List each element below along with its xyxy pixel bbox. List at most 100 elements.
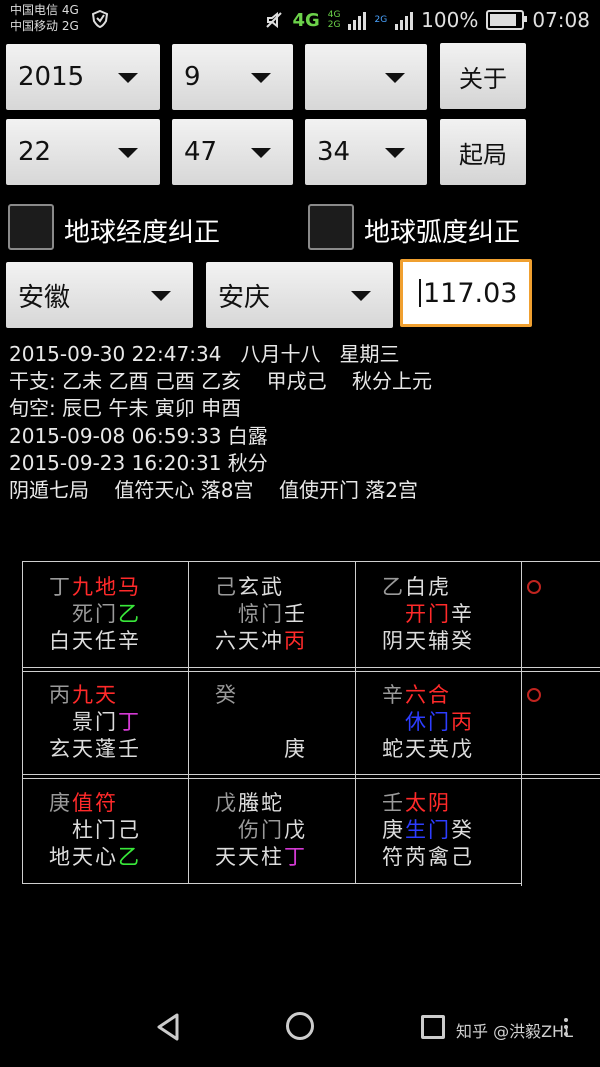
palace-char bbox=[283, 710, 306, 734]
palace-char: 己 bbox=[451, 845, 472, 869]
dropdown-arrow-icon bbox=[251, 73, 271, 83]
palace-char: 门 bbox=[428, 710, 449, 734]
start-button[interactable]: 起局 bbox=[440, 119, 526, 185]
palace-cell: 丙九天 景门丁 玄天蓬壬 bbox=[48, 669, 214, 777]
palace-cell: 壬太阴 庚生门癸符芮禽己 bbox=[381, 777, 547, 885]
day-select[interactable] bbox=[305, 44, 427, 110]
year-value: 2015 bbox=[18, 62, 85, 92]
battery-icon bbox=[486, 10, 528, 30]
sub-network-2g-label: 2G bbox=[374, 15, 388, 25]
month-value: 9 bbox=[184, 62, 201, 92]
palace-char: 辅 bbox=[428, 629, 449, 653]
palace-char bbox=[381, 602, 404, 626]
second-value: 34 bbox=[317, 137, 351, 167]
sub-network-top: 4G bbox=[327, 10, 341, 20]
second-select[interactable]: 34 bbox=[305, 119, 427, 185]
palace-row: 杜门己 bbox=[48, 818, 140, 842]
palace-char: 天 bbox=[95, 683, 116, 707]
palace-char: 丙 bbox=[451, 710, 472, 734]
palace-char bbox=[214, 737, 237, 761]
palace-char bbox=[117, 683, 140, 707]
watermark: 知乎 @洪毅ZHL bbox=[456, 1022, 573, 1041]
carrier-2: 中国移动 2G bbox=[10, 19, 79, 33]
palace-char bbox=[283, 575, 306, 599]
longitude-correction-checkbox[interactable] bbox=[8, 204, 54, 250]
palace-char: 乙 bbox=[118, 602, 139, 626]
palace-char bbox=[283, 791, 306, 815]
palace-row: 戊螣蛇 bbox=[214, 791, 306, 815]
palace-char: 六 bbox=[405, 683, 426, 707]
longitude-input[interactable]: 117.03 bbox=[400, 259, 532, 327]
palace-char bbox=[214, 818, 237, 842]
network-type: 4G bbox=[292, 9, 320, 31]
info-ju: 阴遁七局 值符天心 落8宫 值使开门 落2宫 bbox=[9, 478, 419, 502]
shield-icon bbox=[92, 10, 108, 28]
dropdown-arrow-icon bbox=[385, 73, 405, 83]
palace-row: 癸 bbox=[214, 683, 306, 707]
mute-icon bbox=[266, 11, 283, 29]
hour-select[interactable]: 22 bbox=[6, 119, 160, 185]
palace-cell: 己玄武 惊门壬 六天冲丙 bbox=[214, 561, 380, 669]
info-solar-term-2: 2015-09-23 16:20:31 秋分 bbox=[9, 451, 268, 475]
palace-char: 虎 bbox=[428, 575, 449, 599]
palace-char: 门 bbox=[95, 710, 116, 734]
back-icon[interactable] bbox=[155, 1012, 181, 1042]
palace-cell: 丁九地马 死门乙 白天任辛 bbox=[48, 561, 214, 669]
palace-char: 门 bbox=[428, 818, 449, 842]
palace-row: 开门辛 bbox=[381, 602, 473, 626]
palace-row: 惊门壬 bbox=[214, 602, 306, 626]
month-select[interactable]: 9 bbox=[172, 44, 293, 110]
palace-char: 开 bbox=[405, 602, 426, 626]
palace-row: 壬太阴 bbox=[381, 791, 473, 815]
dropdown-arrow-icon bbox=[351, 291, 371, 301]
palace-row: 庚 bbox=[214, 737, 306, 761]
palace-char: 死 bbox=[72, 602, 93, 626]
palace-row: 玄天蓬壬 bbox=[48, 737, 140, 761]
palace-char: 门 bbox=[261, 818, 282, 842]
sub-network: 4G 2G bbox=[328, 10, 341, 30]
recent-apps-icon[interactable] bbox=[421, 1015, 445, 1039]
palace-char: 冲 bbox=[261, 629, 282, 653]
palace-char: 阴 bbox=[382, 629, 403, 653]
palace-char bbox=[381, 710, 404, 734]
palace-row: 乙白虎 bbox=[381, 575, 473, 599]
minute-select[interactable]: 47 bbox=[172, 119, 293, 185]
palace-char: 玄 bbox=[49, 737, 70, 761]
palace-char: 天 bbox=[405, 629, 426, 653]
city-select[interactable]: 安庆 bbox=[206, 262, 393, 328]
palace-char: 值 bbox=[72, 791, 93, 815]
more-icon[interactable] bbox=[564, 1018, 568, 1039]
palace-char: 门 bbox=[95, 818, 116, 842]
year-select[interactable]: 2015 bbox=[6, 44, 160, 110]
palace-row: 死门乙 bbox=[48, 602, 140, 626]
palace-char: 马 bbox=[118, 575, 139, 599]
palace-char: 癸 bbox=[451, 629, 472, 653]
province-select[interactable]: 安徽 bbox=[6, 262, 193, 328]
palace-row: 符芮禽己 bbox=[381, 845, 473, 869]
palace-char: 辛 bbox=[382, 683, 403, 707]
dropdown-arrow-icon bbox=[151, 291, 171, 301]
home-icon[interactable] bbox=[286, 1012, 314, 1040]
about-button[interactable]: 关于 bbox=[440, 43, 526, 109]
palace-char: 庚 bbox=[284, 737, 305, 761]
palace-char: 门 bbox=[428, 602, 449, 626]
palace-char: 符 bbox=[95, 791, 116, 815]
status-icons: 4G 4G 2G 2G 100% 07:08 bbox=[264, 6, 590, 34]
palace-char: 生 bbox=[405, 818, 426, 842]
radian-correction-checkbox[interactable] bbox=[308, 204, 354, 250]
signal-icon bbox=[348, 10, 367, 30]
status-bar: 中国电信 4G 中国移动 2G 4G 4G 2G 2G 100% 07:08 bbox=[0, 0, 600, 40]
palace-char: 杜 bbox=[72, 818, 93, 842]
palace-char bbox=[237, 737, 260, 761]
palace-char: 英 bbox=[428, 737, 449, 761]
palace-char: 天 bbox=[405, 737, 426, 761]
hour-value: 22 bbox=[18, 137, 52, 167]
palace-char bbox=[214, 710, 237, 734]
palace-row: 地天心乙 bbox=[48, 845, 140, 869]
palace-char: 癸 bbox=[215, 683, 236, 707]
palace-row: 伤门戊 bbox=[214, 818, 306, 842]
palace-row: 庚生门癸 bbox=[381, 818, 473, 842]
palace-char bbox=[260, 683, 283, 707]
palace-char bbox=[48, 602, 71, 626]
palace-row: 天天柱丁 bbox=[214, 845, 306, 869]
